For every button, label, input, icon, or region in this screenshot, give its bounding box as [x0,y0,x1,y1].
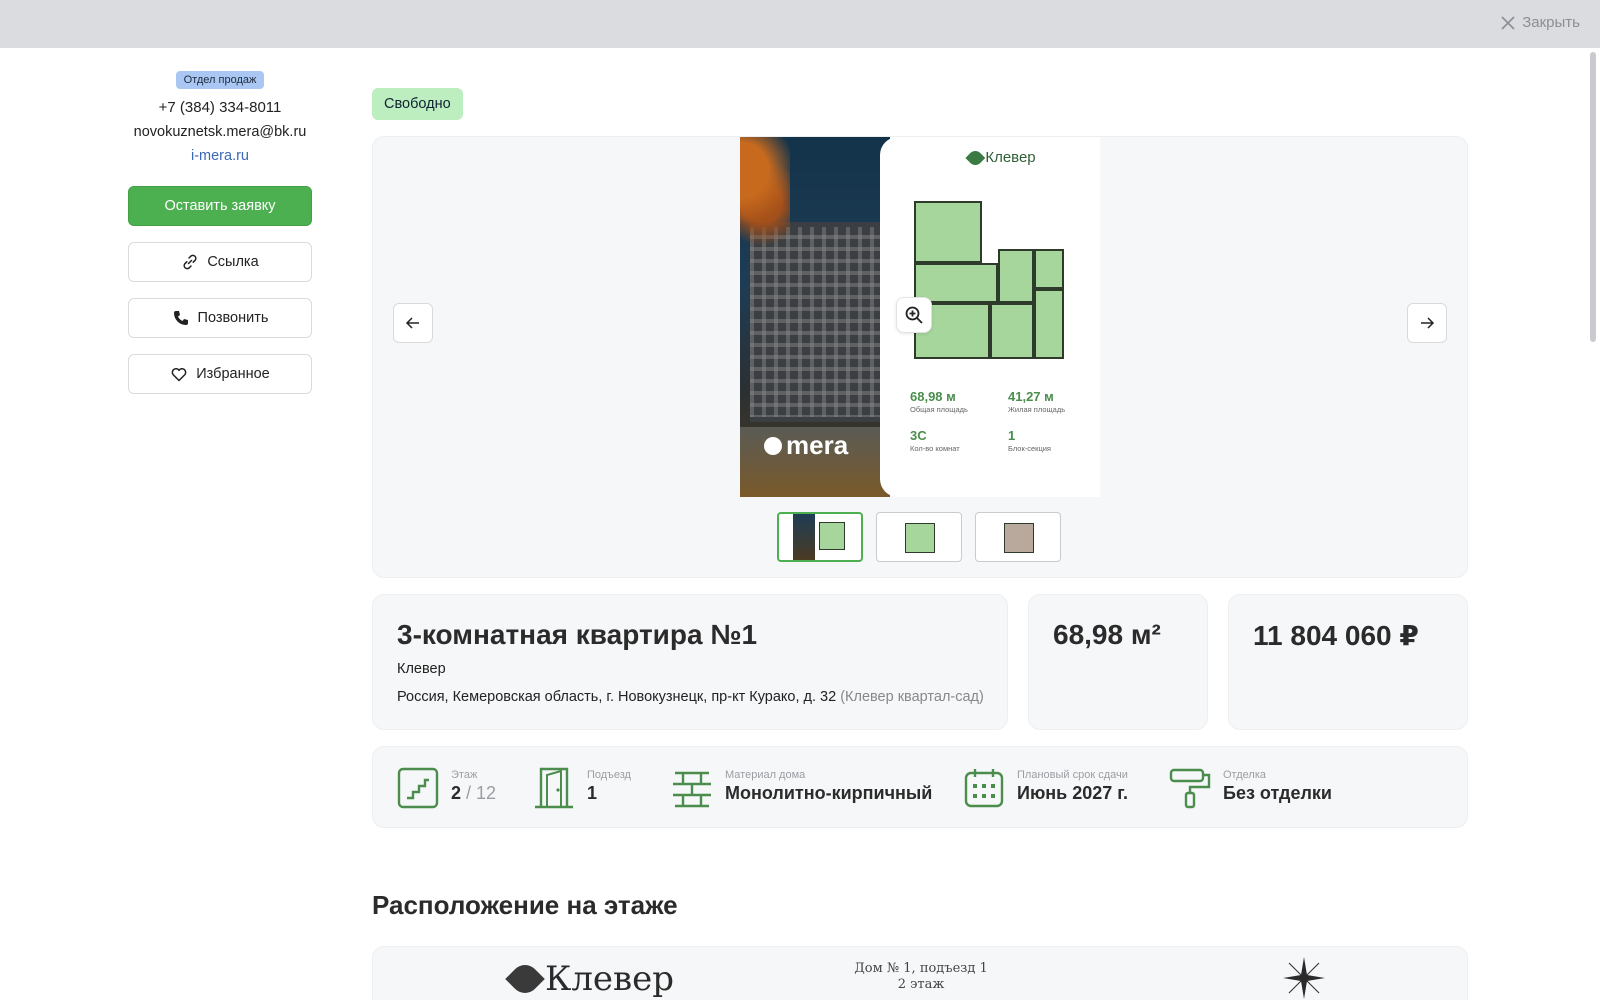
link-button-label: Ссылка [207,254,259,270]
floor-section-title: Расположение на этаже [372,890,678,920]
paint-roller-icon [1169,768,1211,809]
call-button-label: Позвонить [197,310,269,326]
area-card: 68,98 м² [1028,594,1208,730]
request-button[interactable]: Оставить заявку [128,186,312,226]
plan-stats: 68,98 м Общая площадь 41,27 м Жилая площад… [910,389,1090,453]
email-link[interactable]: novokuznetsk.mera@bk.ru [128,124,312,140]
scrollbar-thumb[interactable] [1590,52,1596,342]
floor-plan-card: Клевер Дом № 1, подъезд 1 2 этаж [372,946,1468,1000]
modal-header: Закрыть [0,0,1600,48]
price-card: 11 804 060 ₽ [1228,594,1468,730]
address-subtitle: (Клевер квартал-сад) [840,689,984,705]
compass-icon [1283,957,1325,999]
apartment-price: 11 804 060 ₽ [1253,620,1419,651]
call-button[interactable]: Позвонить [128,298,312,338]
dept-badge: Отдел продаж [175,71,265,89]
klever-logo: Клевер [965,147,1036,168]
floor-plan-panel: Клевер 68,98 м Общая площадь 41,27 м Жилая… [880,137,1100,497]
link-button[interactable]: Ссылка [128,242,312,282]
address: Россия, Кемеровская область, г. Новокузн… [397,689,984,705]
apartment-title: 3-комнатная квартира №1 [397,619,758,650]
favorite-button[interactable]: Избранное [128,354,312,394]
status-badge: Свободно [372,88,463,120]
thumbnail-2[interactable] [876,512,962,562]
door-icon [535,767,573,809]
param-entrance: Подъезд 1 [533,767,631,809]
apartment-floor-plan [914,201,1064,361]
contact-sidebar: Отдел продаж +7 (384) 334-8011 novokuzne… [128,70,312,394]
apartment-title-card: 3-комнатная квартира №1 Клевер Россия, К… [372,594,1008,730]
gallery-thumbnails [777,512,1061,562]
close-button[interactable]: Закрыть [1500,14,1580,31]
stat-rooms: 3С Кол-во комнат [910,428,960,453]
stat-living-area: 41,27 м Жилая площадь [1008,389,1066,414]
favorite-button-label: Избранное [196,366,270,382]
zoom-in-icon [905,306,923,324]
link-icon [183,254,197,270]
stairs-icon [397,767,439,809]
apartment-params: Этаж 2 / 12 Подъезд 1 Материал дома Моно… [372,746,1468,828]
param-deadline: Плановый срок сдачи Июнь 2027 г. [963,767,1128,809]
tree-illustration [740,137,790,247]
mera-logo: mera [764,430,848,461]
apartment-area: 68,98 м² [1053,619,1161,650]
request-button-label: Оставить заявку [164,198,276,214]
stat-section: 1 Блок-секция [1008,428,1051,453]
calendar-icon [964,769,1004,808]
site-link[interactable]: i-mera.ru [128,148,312,164]
thumbnail-3[interactable] [975,512,1061,562]
close-label: Закрыть [1522,14,1580,31]
thumbnail-1[interactable] [777,512,863,562]
param-material: Материал дома Монолитно-кирпичный [671,767,932,809]
complex-name: Клевер [397,661,446,677]
param-floor: Этаж 2 / 12 [397,767,496,809]
brick-icon [673,771,711,808]
gallery-main-image[interactable]: mera Клевер 68,98 м Общая площадь 41,27 … [740,137,1100,497]
param-finish: Отделка Без отделки [1169,767,1332,809]
gallery-prev-button[interactable] [393,303,433,343]
building-photo: mera [740,137,890,497]
phone-icon [173,311,188,325]
phone-link[interactable]: +7 (384) 334-8011 [128,99,312,116]
close-icon [1501,15,1515,30]
arrow-right-icon [1421,317,1435,329]
stat-total-area: 68,98 м Общая площадь [910,389,968,414]
zoom-button[interactable] [896,297,932,333]
heart-icon [171,368,187,382]
image-gallery: mera Клевер 68,98 м Общая площадь 41,27 … [372,136,1468,578]
gallery-next-button[interactable] [1407,303,1447,343]
arrow-left-icon [405,317,419,329]
leaf-icon [965,147,986,168]
